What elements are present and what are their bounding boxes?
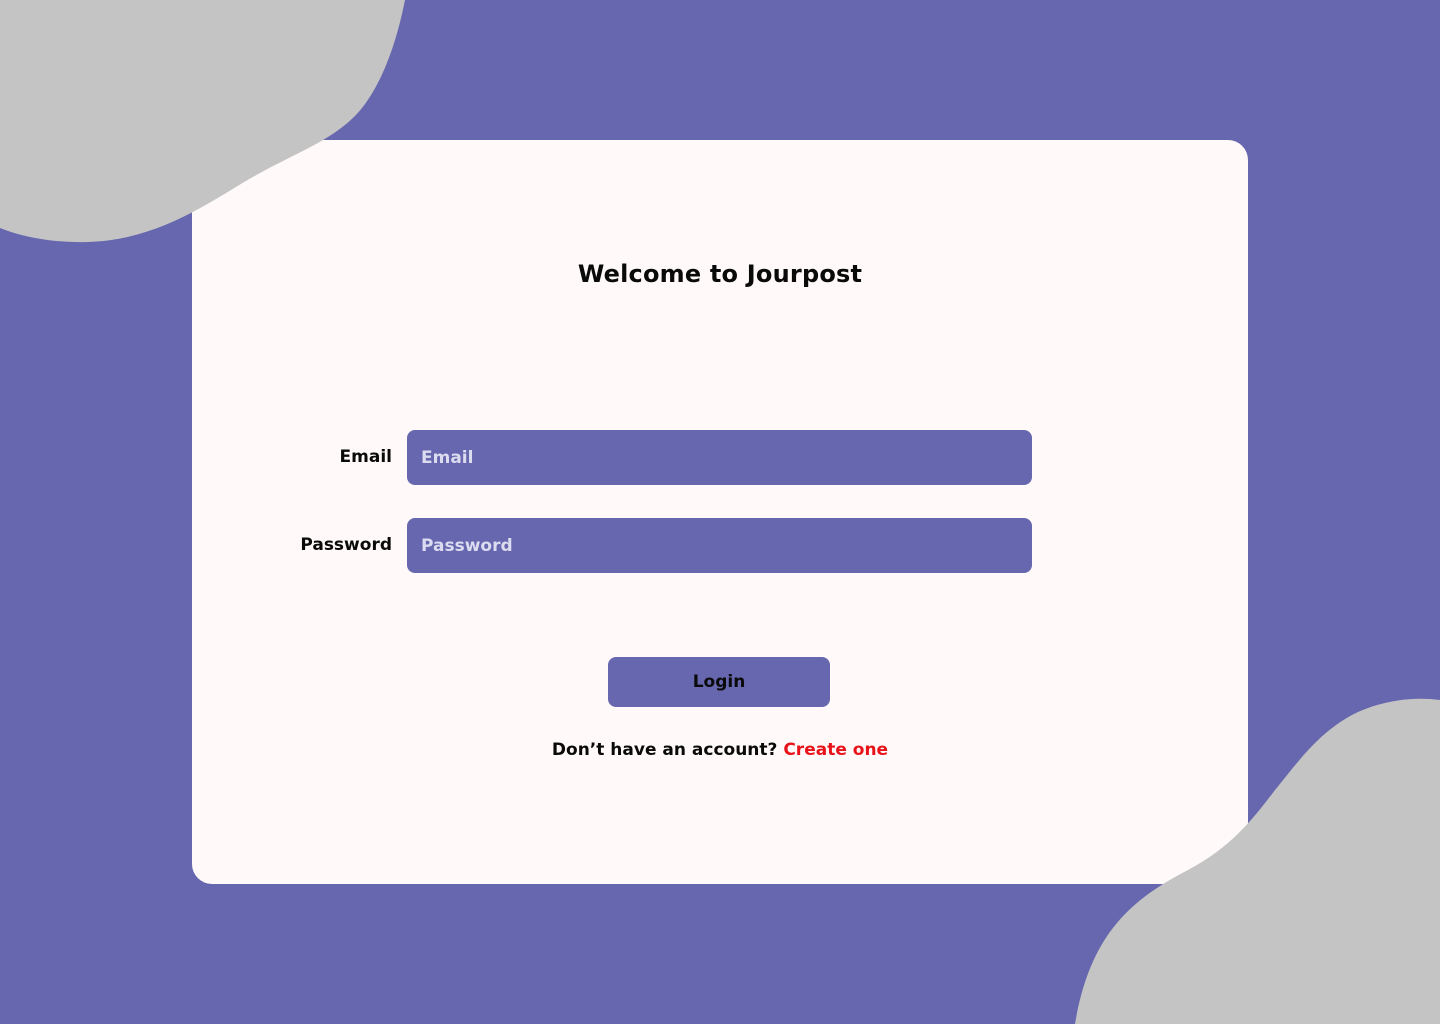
bottom-right-blob bbox=[1075, 698, 1440, 1024]
password-input[interactable] bbox=[407, 518, 1032, 573]
signup-prompt-text: Don’t have an account? bbox=[551, 740, 778, 760]
email-row: Email bbox=[192, 430, 1032, 485]
password-row: Password bbox=[192, 518, 1032, 573]
email-input[interactable] bbox=[407, 430, 1032, 485]
create-account-link[interactable]: Create one bbox=[783, 740, 888, 760]
page-title: Welcome to Jourpost bbox=[577, 260, 863, 288]
password-label: Password bbox=[300, 535, 392, 555]
email-label: Email bbox=[339, 447, 392, 467]
top-left-blob bbox=[0, 0, 405, 243]
login-button[interactable]: Login bbox=[608, 657, 830, 707]
